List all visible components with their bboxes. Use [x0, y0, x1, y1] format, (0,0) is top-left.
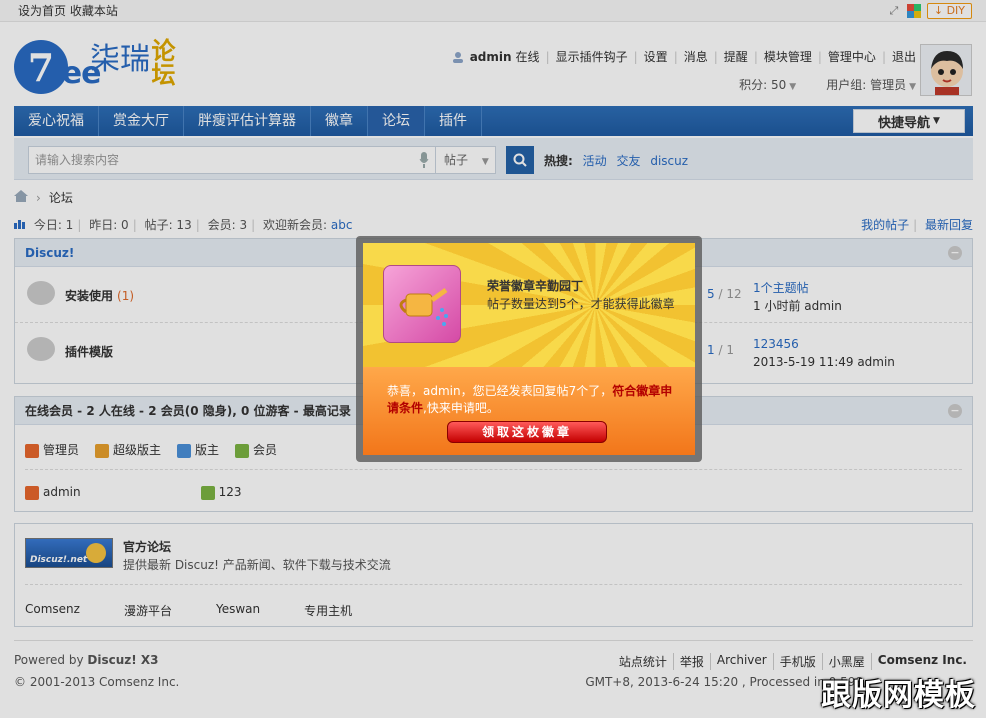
- badge-modal: 荣誉徽章辛勤园丁 帖子数量达到5个，才能获得此徽章 恭喜，admin，您已经发表…: [356, 236, 702, 462]
- congrats-text: 恭喜，admin，您已经发表回复帖7个了，: [387, 384, 613, 398]
- watering-can-icon: [383, 265, 461, 343]
- congrats-message: 恭喜，admin，您已经发表回复帖7个了，符合徽章申请条件,快来申请吧。: [387, 383, 677, 417]
- badge-description: 帖子数量达到5个，才能获得此徽章: [487, 297, 675, 311]
- badge-title: 荣誉徽章辛勤园丁: [487, 279, 584, 293]
- badge-modal-top: 荣誉徽章辛勤园丁 帖子数量达到5个，才能获得此徽章: [363, 243, 695, 367]
- watermark-text: 跟版网模板: [821, 678, 976, 713]
- badge-modal-content: 荣誉徽章辛勤园丁 帖子数量达到5个，才能获得此徽章 恭喜，admin，您已经发表…: [363, 243, 695, 455]
- claim-badge-button[interactable]: 领取这枚徽章: [447, 421, 607, 443]
- badge-modal-bottom: 恭喜，admin，您已经发表回复帖7个了，符合徽章申请条件,快来申请吧。 领取这…: [363, 367, 695, 455]
- congrats-tail: ,快来申请吧。: [423, 401, 499, 415]
